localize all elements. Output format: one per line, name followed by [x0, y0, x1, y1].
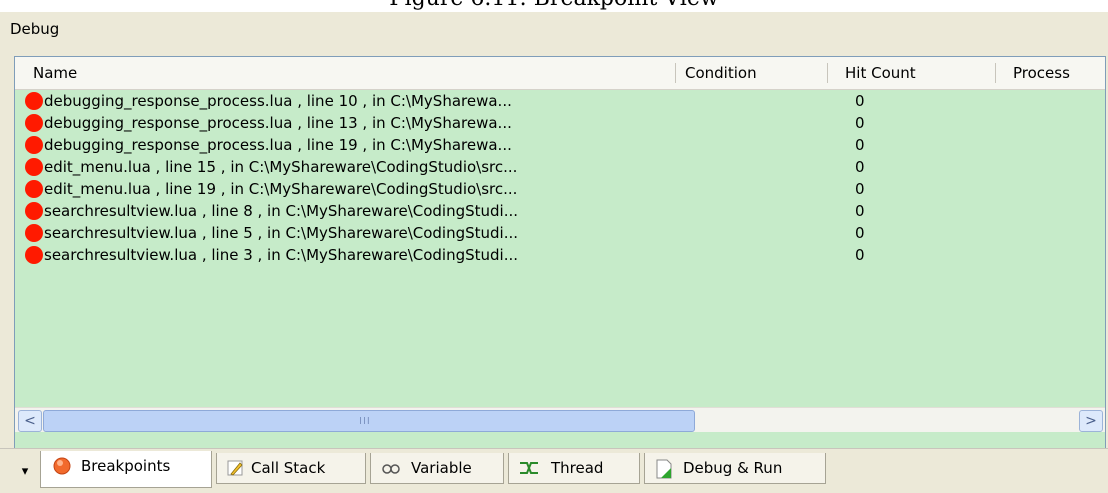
- scroll-left-button[interactable]: <: [18, 410, 42, 432]
- breakpoint-icon: [53, 457, 71, 475]
- tab-bar: ▾ Breakpoints Call Stack Variable Thread: [0, 448, 1108, 493]
- column-divider[interactable]: [995, 63, 996, 83]
- breakpoint-hit-count: 0: [855, 180, 865, 198]
- breakpoint-row[interactable]: edit_menu.lua , line 19 , in C:\MySharew…: [15, 178, 1105, 200]
- tab-label: Debug & Run: [683, 459, 783, 477]
- breakpoint-hit-count: 0: [855, 158, 865, 176]
- breakpoint-icon: [25, 246, 43, 264]
- tab-call-stack[interactable]: Call Stack: [216, 453, 366, 484]
- breakpoint-icon: [25, 92, 43, 110]
- breakpoint-name: searchresultview.lua , line 3 , in C:\My…: [44, 246, 519, 264]
- breakpoint-hit-count: 0: [855, 202, 865, 220]
- tab-label: Breakpoints: [81, 457, 171, 475]
- breakpoint-hit-count: 0: [855, 136, 865, 154]
- pencil-icon: [227, 459, 245, 477]
- glasses-icon: [381, 459, 400, 477]
- column-header-process[interactable]: Process: [1013, 57, 1070, 89]
- column-header-name[interactable]: Name: [33, 57, 77, 89]
- document-icon: [655, 459, 673, 479]
- breakpoint-hit-count: 0: [855, 114, 865, 132]
- panel-title: Debug: [10, 20, 60, 38]
- breakpoint-row[interactable]: edit_menu.lua , line 15 , in C:\MySharew…: [15, 156, 1105, 178]
- list-header: Name Condition Hit Count Process: [15, 57, 1105, 90]
- breakpoint-icon: [25, 180, 43, 198]
- breakpoint-row[interactable]: searchresultview.lua , line 5 , in C:\My…: [15, 222, 1105, 244]
- breakpoint-hit-count: 0: [855, 92, 865, 110]
- scrollbar-grip: III: [359, 416, 371, 427]
- scrollbar-thumb[interactable]: III: [43, 410, 695, 432]
- breakpoint-icon: [25, 136, 43, 154]
- tab-variable[interactable]: Variable: [370, 453, 504, 484]
- breakpoint-hit-count: 0: [855, 246, 865, 264]
- breakpoint-hit-count: 0: [855, 224, 865, 242]
- breakpoint-name: edit_menu.lua , line 19 , in C:\MySharew…: [44, 180, 518, 198]
- tab-label: Call Stack: [251, 459, 326, 477]
- breakpoint-row[interactable]: searchresultview.lua , line 3 , in C:\My…: [15, 244, 1105, 266]
- tab-breakpoints[interactable]: Breakpoints: [40, 451, 212, 488]
- figure-caption: Figure 6.11: Breakpoint View: [0, 0, 1108, 11]
- breakpoint-row[interactable]: searchresultview.lua , line 8 , in C:\My…: [15, 200, 1105, 222]
- breakpoint-name: debugging_response_process.lua , line 19…: [44, 136, 512, 154]
- horizontal-scrollbar[interactable]: < III >: [15, 407, 1105, 432]
- tab-menu-dropdown-icon[interactable]: ▾: [18, 461, 32, 483]
- tab-label: Thread: [551, 459, 604, 477]
- breakpoint-row[interactable]: debugging_response_process.lua , line 10…: [15, 90, 1105, 112]
- breakpoint-list[interactable]: Name Condition Hit Count Process debuggi…: [14, 56, 1106, 450]
- tab-debug-run[interactable]: Debug & Run: [644, 453, 826, 484]
- column-header-hit-count[interactable]: Hit Count: [845, 57, 916, 89]
- debug-panel: Debug Name Condition Hit Count Process d…: [0, 12, 1108, 493]
- breakpoint-icon: [25, 114, 43, 132]
- breakpoint-name: debugging_response_process.lua , line 13…: [44, 114, 512, 132]
- breakpoint-name: edit_menu.lua , line 15 , in C:\MySharew…: [44, 158, 518, 176]
- breakpoint-row[interactable]: debugging_response_process.lua , line 19…: [15, 134, 1105, 156]
- scroll-right-button[interactable]: >: [1079, 410, 1103, 432]
- breakpoint-icon: [25, 158, 43, 176]
- tab-thread[interactable]: Thread: [508, 453, 640, 484]
- breakpoint-icon: [25, 224, 43, 242]
- column-divider[interactable]: [827, 63, 828, 83]
- tab-label: Variable: [411, 459, 472, 477]
- breakpoint-name: debugging_response_process.lua , line 10…: [44, 92, 512, 110]
- breakpoint-name: searchresultview.lua , line 5 , in C:\My…: [44, 224, 519, 242]
- column-header-condition[interactable]: Condition: [685, 57, 757, 89]
- breakpoint-name: searchresultview.lua , line 8 , in C:\My…: [44, 202, 519, 220]
- column-divider[interactable]: [675, 63, 676, 83]
- breakpoint-row[interactable]: debugging_response_process.lua , line 13…: [15, 112, 1105, 134]
- breakpoint-icon: [25, 202, 43, 220]
- thread-icon: [519, 459, 538, 477]
